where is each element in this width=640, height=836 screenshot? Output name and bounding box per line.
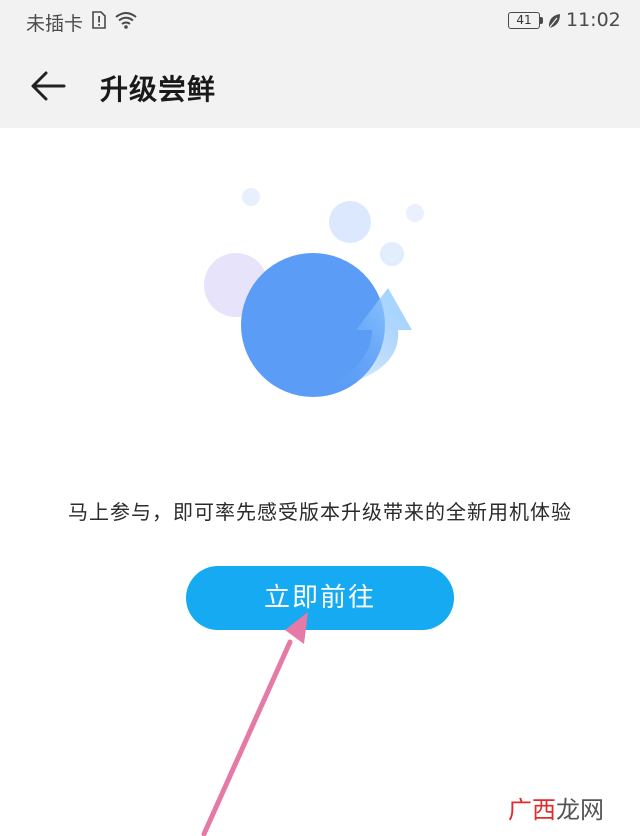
back-arrow-icon — [31, 71, 66, 101]
top-area: 未插卡 41 11:02 升级尝鲜 — [0, 0, 640, 128]
watermark-part1: 广西 — [508, 796, 556, 824]
carrier-label: 未插卡 — [26, 13, 84, 35]
bubble-medium — [329, 201, 371, 243]
battery-indicator: 41 — [508, 12, 540, 29]
bubble-tiny-right — [406, 204, 424, 222]
watermark-part2: 龙网 — [556, 796, 604, 824]
wifi-icon — [115, 12, 137, 29]
status-bar: 未插卡 41 11:02 — [0, 0, 640, 44]
power-saving-leaf-icon — [548, 14, 560, 29]
page-title: 升级尝鲜 — [100, 73, 217, 106]
upgrade-illustration — [204, 188, 424, 397]
back-button[interactable] — [26, 64, 70, 108]
watermark: 广西龙网 — [508, 790, 604, 825]
annotation-arrow — [201, 612, 308, 836]
bubble-small-right — [380, 242, 404, 266]
clock: 11:02 — [566, 9, 621, 31]
battery-cap — [540, 17, 543, 24]
bubble-small-top — [242, 188, 260, 206]
upgrade-description: 马上参与，即可率先感受版本升级带来的全新用机体验 — [68, 500, 572, 524]
sim-alert-icon — [92, 11, 106, 29]
